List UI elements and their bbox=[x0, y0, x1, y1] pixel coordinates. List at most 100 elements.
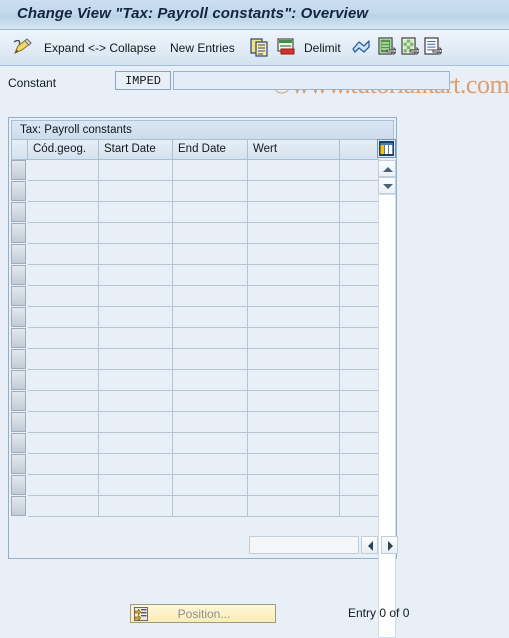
table-row[interactable] bbox=[11, 391, 394, 412]
table-row[interactable] bbox=[11, 496, 394, 517]
table-cell[interactable] bbox=[99, 223, 173, 244]
table-cell[interactable] bbox=[173, 349, 248, 370]
table-row[interactable] bbox=[11, 181, 394, 202]
table-cell[interactable] bbox=[173, 475, 248, 496]
table-row[interactable] bbox=[11, 475, 394, 496]
table-cell[interactable] bbox=[28, 475, 99, 496]
row-selector-button[interactable] bbox=[11, 496, 26, 516]
table-cell[interactable] bbox=[99, 391, 173, 412]
row-selector-button[interactable] bbox=[11, 370, 26, 390]
table-cell[interactable] bbox=[248, 433, 340, 454]
table-cell[interactable] bbox=[173, 433, 248, 454]
table-row[interactable] bbox=[11, 286, 394, 307]
table-cell[interactable] bbox=[173, 496, 248, 517]
table-cell[interactable] bbox=[99, 181, 173, 202]
table-cell[interactable] bbox=[28, 202, 99, 223]
table-cell[interactable] bbox=[99, 475, 173, 496]
table-cell[interactable] bbox=[28, 349, 99, 370]
table-row[interactable] bbox=[11, 370, 394, 391]
row-selector-button[interactable] bbox=[11, 349, 26, 369]
position-button[interactable]: Position... bbox=[130, 604, 276, 623]
table-cell[interactable] bbox=[28, 370, 99, 391]
table-row[interactable] bbox=[11, 223, 394, 244]
table-cell[interactable] bbox=[248, 265, 340, 286]
select-block-button[interactable] bbox=[401, 30, 421, 66]
table-cell[interactable] bbox=[248, 391, 340, 412]
table-cell[interactable] bbox=[99, 244, 173, 265]
table-cell[interactable] bbox=[99, 160, 173, 181]
table-cell[interactable] bbox=[99, 349, 173, 370]
table-cell[interactable] bbox=[99, 265, 173, 286]
table-cell[interactable] bbox=[173, 328, 248, 349]
row-selector-button[interactable] bbox=[11, 475, 26, 495]
table-cell[interactable] bbox=[248, 370, 340, 391]
select-all-button[interactable] bbox=[378, 30, 398, 66]
table-cell[interactable] bbox=[99, 370, 173, 391]
table-cell[interactable] bbox=[173, 370, 248, 391]
table-row[interactable] bbox=[11, 454, 394, 475]
table-cell[interactable] bbox=[173, 181, 248, 202]
table-cell[interactable] bbox=[28, 223, 99, 244]
table-cell[interactable] bbox=[99, 328, 173, 349]
copy-as-button[interactable] bbox=[250, 30, 270, 66]
table-cell[interactable] bbox=[99, 433, 173, 454]
table-cell[interactable] bbox=[173, 307, 248, 328]
row-selector-button[interactable] bbox=[11, 202, 26, 222]
row-selector-button[interactable] bbox=[11, 181, 26, 201]
table-row[interactable] bbox=[11, 244, 394, 265]
scroll-up-button[interactable] bbox=[378, 160, 396, 177]
header-end-date[interactable]: End Date bbox=[173, 139, 248, 160]
table-cell[interactable] bbox=[28, 244, 99, 265]
table-cell[interactable] bbox=[248, 181, 340, 202]
row-selector-button[interactable] bbox=[11, 223, 26, 243]
scroll-left-button[interactable] bbox=[361, 536, 378, 554]
table-cell[interactable] bbox=[99, 454, 173, 475]
table-row[interactable] bbox=[11, 202, 394, 223]
row-selector-button[interactable] bbox=[11, 433, 26, 453]
table-cell[interactable] bbox=[248, 244, 340, 265]
table-cell[interactable] bbox=[173, 160, 248, 181]
table-row[interactable] bbox=[11, 160, 394, 181]
row-selector-button[interactable] bbox=[11, 454, 26, 474]
table-cell[interactable] bbox=[99, 202, 173, 223]
header-row-selector[interactable] bbox=[11, 139, 28, 160]
table-cell[interactable] bbox=[173, 223, 248, 244]
table-cell[interactable] bbox=[248, 223, 340, 244]
table-cell[interactable] bbox=[173, 454, 248, 475]
row-selector-button[interactable] bbox=[11, 244, 26, 264]
table-cell[interactable] bbox=[173, 286, 248, 307]
table-cell[interactable] bbox=[248, 328, 340, 349]
table-cell[interactable] bbox=[248, 286, 340, 307]
expand-collapse-button[interactable]: Expand <-> Collapse bbox=[44, 30, 156, 66]
row-selector-button[interactable] bbox=[11, 412, 26, 432]
table-cell[interactable] bbox=[248, 307, 340, 328]
table-cell[interactable] bbox=[28, 391, 99, 412]
row-selector-button[interactable] bbox=[11, 391, 26, 411]
table-cell[interactable] bbox=[28, 286, 99, 307]
vertical-scroll-track[interactable] bbox=[378, 194, 396, 638]
table-cell[interactable] bbox=[28, 181, 99, 202]
vertical-scrollbar[interactable] bbox=[378, 160, 396, 638]
table-cell[interactable] bbox=[248, 349, 340, 370]
row-selector-button[interactable] bbox=[11, 286, 26, 306]
table-row[interactable] bbox=[11, 433, 394, 454]
table-cell[interactable] bbox=[248, 454, 340, 475]
table-cell[interactable] bbox=[173, 391, 248, 412]
table-cell[interactable] bbox=[28, 454, 99, 475]
horizontal-scrollbar[interactable] bbox=[249, 536, 398, 554]
header-wert[interactable]: Wert bbox=[248, 139, 340, 160]
table-cell[interactable] bbox=[28, 328, 99, 349]
table-row[interactable] bbox=[11, 412, 394, 433]
table-cell[interactable] bbox=[248, 202, 340, 223]
table-cell[interactable] bbox=[28, 433, 99, 454]
table-cell[interactable] bbox=[173, 202, 248, 223]
table-cell[interactable] bbox=[248, 160, 340, 181]
delimit-button[interactable]: Delimit bbox=[304, 30, 341, 66]
table-cell[interactable] bbox=[248, 496, 340, 517]
constant-description-input[interactable] bbox=[173, 71, 450, 90]
table-cell[interactable] bbox=[173, 412, 248, 433]
undo-button[interactable] bbox=[350, 30, 372, 66]
table-cell[interactable] bbox=[28, 307, 99, 328]
header-cod-geog[interactable]: Cód.geog. bbox=[28, 139, 99, 160]
scroll-right-button[interactable] bbox=[381, 536, 398, 554]
